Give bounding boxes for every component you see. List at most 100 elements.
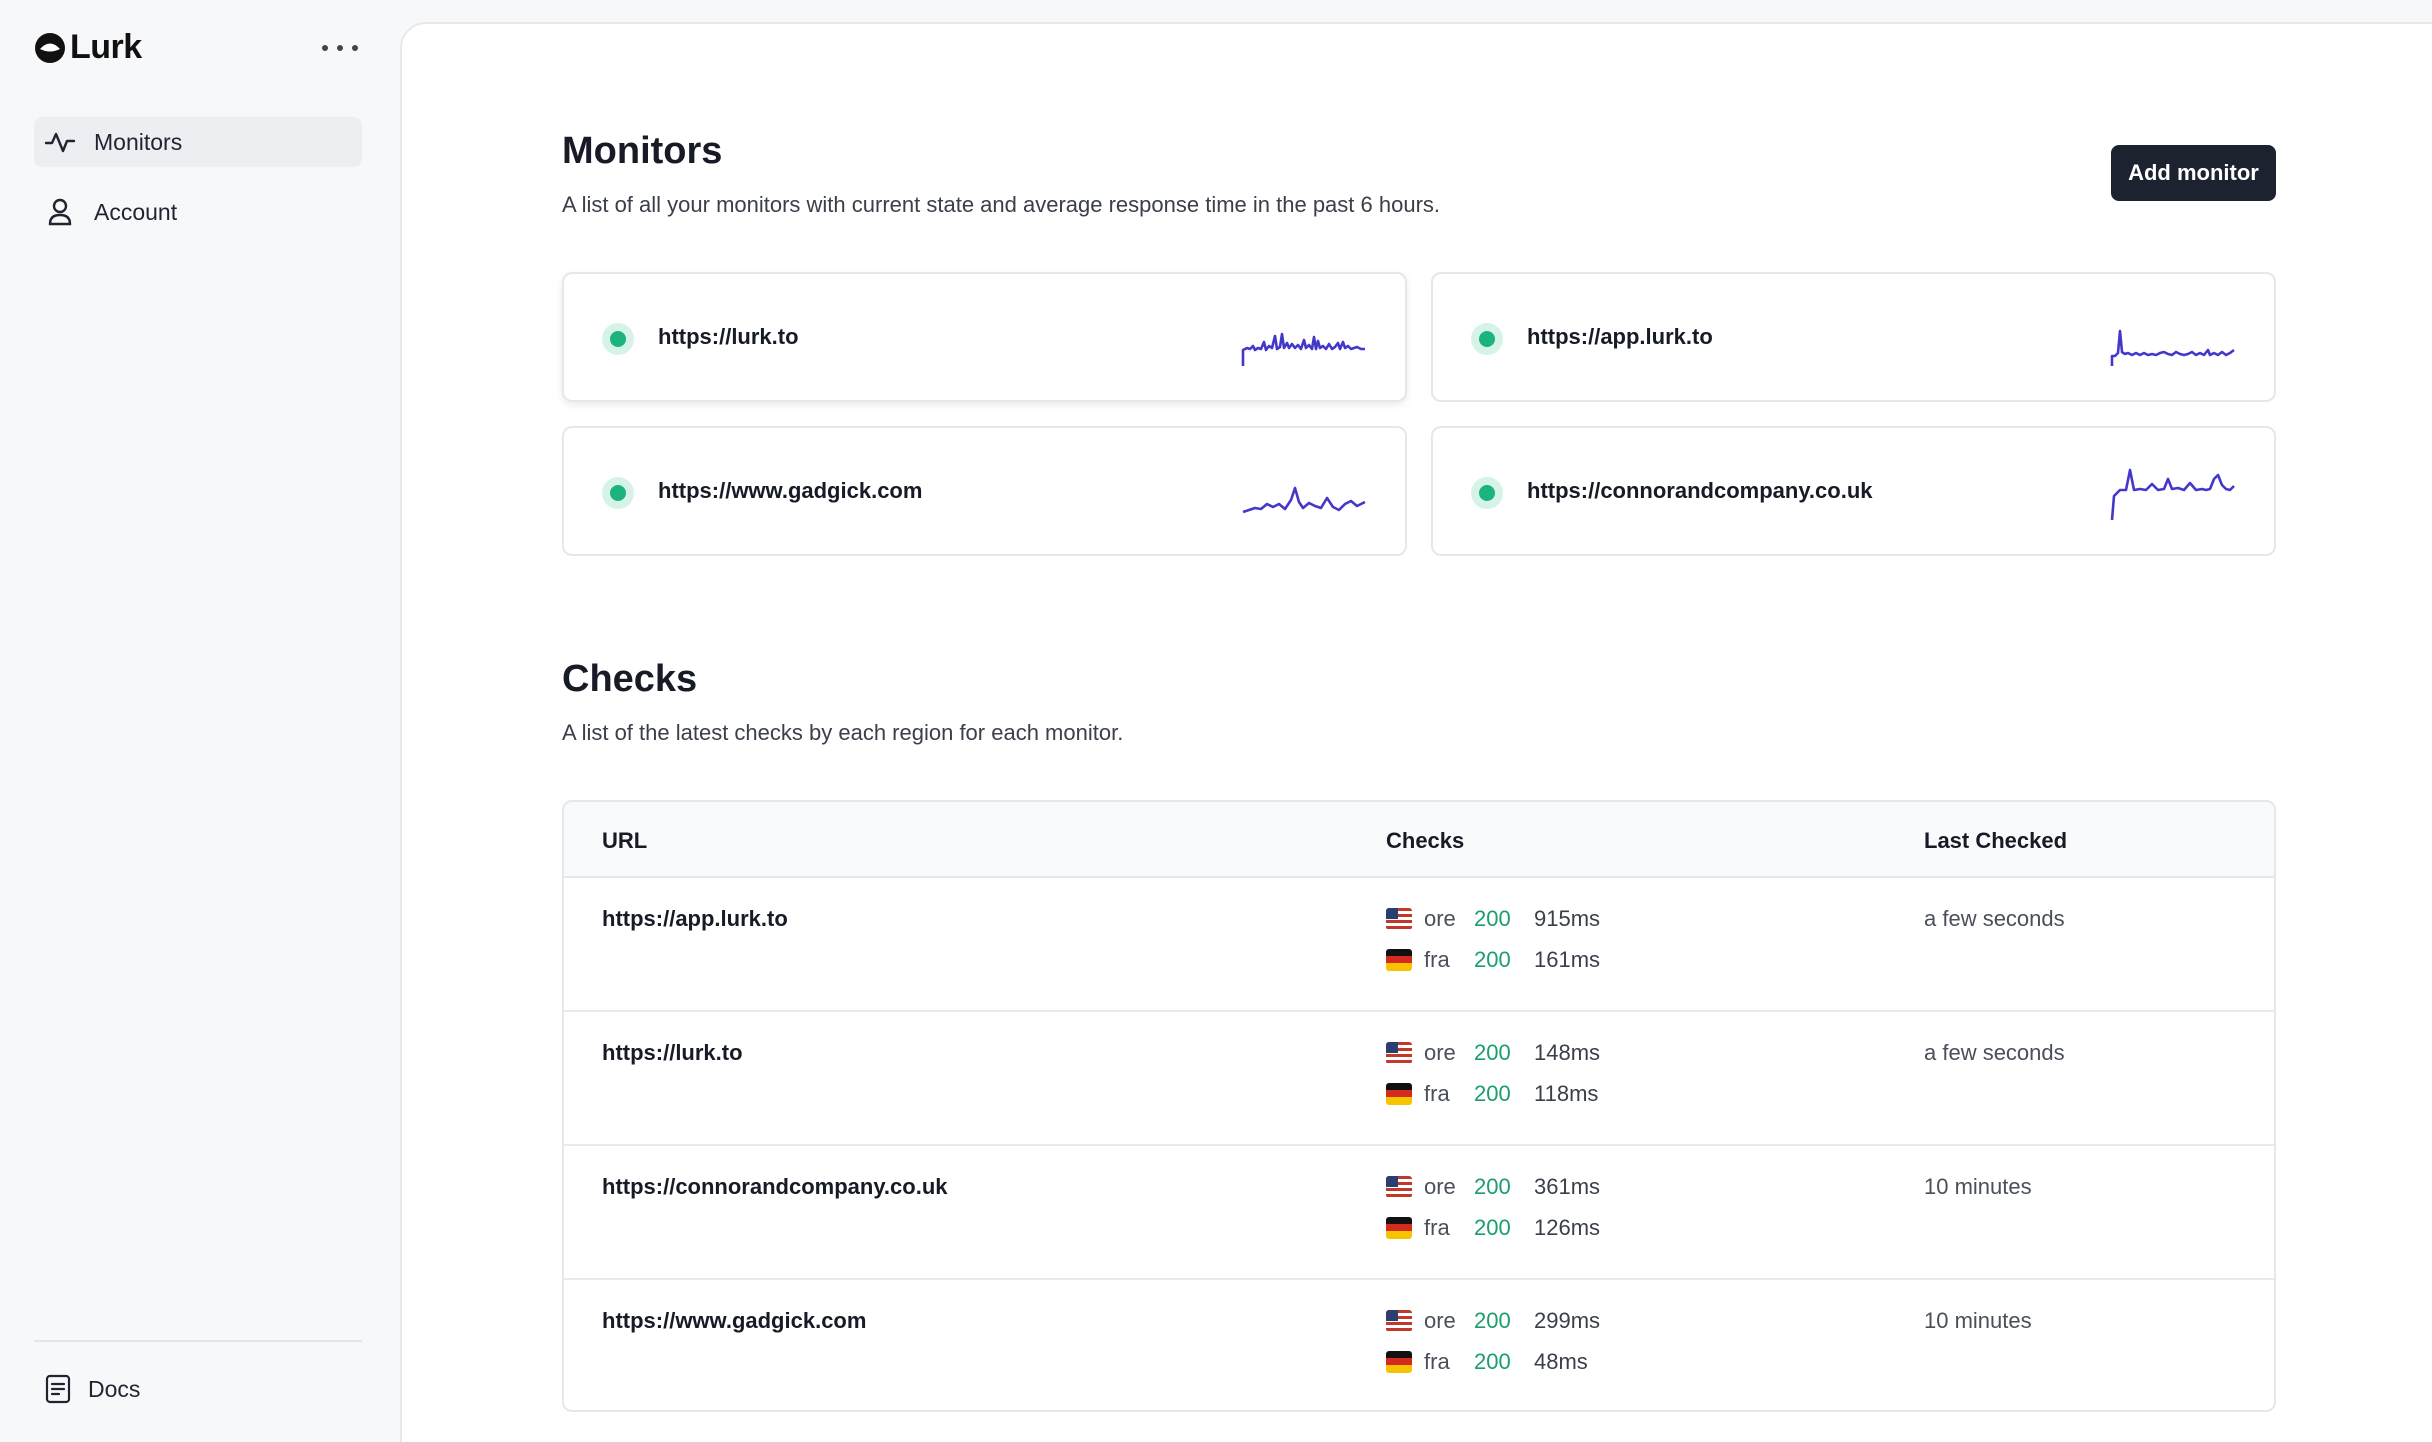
de-flag-icon	[1386, 1217, 1412, 1239]
check-status: 200	[1474, 1174, 1511, 1199]
check-region: ore	[1424, 1174, 1456, 1199]
check-status: 200	[1474, 1349, 1511, 1374]
check-entry: ore 200 148ms	[1386, 1040, 1600, 1066]
monitors-description: A list of all your monitors with current…	[562, 192, 1441, 217]
row-last-checked: a few seconds	[1924, 906, 2065, 931]
table-row[interactable]: https://app.lurk.to ore 200 915ms fra 20…	[564, 878, 2274, 1012]
check-region: fra	[1424, 1215, 1450, 1240]
check-region: ore	[1424, 1308, 1456, 1333]
brand-name: Lurk	[70, 28, 142, 66]
row-url: https://app.lurk.to	[602, 906, 788, 931]
de-flag-icon	[1386, 949, 1412, 971]
check-time: 161ms	[1534, 947, 1601, 972]
row-checks: ore 200 148ms fra 200 118ms	[1386, 1040, 1600, 1122]
us-flag-icon	[1386, 1310, 1412, 1332]
row-checks: ore 200 299ms fra 200 48ms	[1386, 1308, 1600, 1390]
dot-icon	[337, 45, 343, 51]
sidebar-divider	[34, 1340, 362, 1342]
sidebar-item-label: Account	[94, 198, 178, 225]
row-checks: ore 200 915ms fra 200 161ms	[1386, 906, 1600, 988]
checks-table: URL Checks Last Checked https://app.lurk…	[562, 800, 2276, 1412]
monitor-card[interactable]: https://www.gadgick.com	[562, 426, 1407, 556]
dot-icon	[352, 45, 358, 51]
check-time: 126ms	[1534, 1215, 1601, 1240]
response-time-sparkline	[2110, 329, 2235, 366]
lurk-logo-icon	[35, 32, 65, 63]
check-entry: fra 200 48ms	[1386, 1349, 1600, 1375]
sidebar-item-account[interactable]: Account	[34, 187, 362, 237]
check-entry: ore 200 299ms	[1386, 1308, 1600, 1334]
response-time-sparkline	[1241, 332, 1365, 366]
status-indicator	[1471, 323, 1503, 355]
checks-title: Checks	[562, 658, 698, 700]
monitor-card[interactable]: https://lurk.to	[562, 272, 1407, 402]
main-panel: Monitors A list of all your monitors wit…	[400, 22, 2432, 1442]
check-entry: ore 200 915ms	[1386, 906, 1600, 932]
check-status: 200	[1474, 947, 1511, 972]
check-region: fra	[1424, 1081, 1450, 1106]
sidebar-item-label: Monitors	[94, 128, 183, 155]
status-indicator	[1471, 477, 1503, 509]
check-status: 200	[1474, 1215, 1511, 1240]
sidebar-nav: Monitors Account	[34, 117, 362, 257]
table-row[interactable]: https://connorandcompany.co.uk ore 200 3…	[564, 1146, 2274, 1280]
status-dot-icon	[1479, 485, 1495, 501]
response-time-sparkline	[1242, 486, 1366, 514]
row-last-checked: a few seconds	[1924, 1040, 2065, 1065]
check-time: 915ms	[1534, 906, 1601, 931]
monitor-url: https://www.gadgick.com	[658, 478, 923, 503]
sidebar-item-monitors[interactable]: Monitors	[34, 117, 362, 167]
table-row[interactable]: https://www.gadgick.com ore 200 299ms fr…	[564, 1280, 2274, 1410]
status-indicator	[602, 323, 634, 355]
checks-description: A list of the latest checks by each regi…	[562, 720, 1124, 745]
monitor-card[interactable]: https://connorandcompany.co.uk	[1431, 426, 2276, 556]
monitor-grid: https://lurk.to https://app.lurk.to http…	[562, 272, 2276, 556]
check-entry: fra 200 126ms	[1386, 1215, 1600, 1241]
table-header: URL Checks Last Checked	[564, 802, 2274, 878]
more-options-button[interactable]	[322, 36, 358, 60]
check-status: 200	[1474, 1081, 1511, 1106]
brand[interactable]: Lurk	[34, 28, 142, 67]
response-time-sparkline	[2110, 468, 2235, 521]
status-dot-icon	[610, 331, 626, 347]
row-checks: ore 200 361ms fra 200 126ms	[1386, 1174, 1600, 1256]
check-time: 299ms	[1534, 1308, 1601, 1333]
us-flag-icon	[1386, 1176, 1412, 1198]
activity-icon	[44, 132, 76, 153]
row-url: https://connorandcompany.co.uk	[602, 1174, 948, 1199]
check-entry: fra 200 118ms	[1386, 1081, 1600, 1107]
check-status: 200	[1474, 1308, 1511, 1333]
check-entry: ore 200 361ms	[1386, 1174, 1600, 1200]
us-flag-icon	[1386, 908, 1412, 930]
row-url: https://www.gadgick.com	[602, 1308, 867, 1333]
us-flag-icon	[1386, 1042, 1412, 1064]
sidebar-item-docs[interactable]: Docs	[44, 1374, 140, 1404]
monitor-url: https://lurk.to	[658, 324, 799, 349]
page-title: Monitors	[562, 130, 723, 172]
check-region: fra	[1424, 947, 1450, 972]
check-region: fra	[1424, 1349, 1450, 1374]
check-time: 148ms	[1534, 1040, 1601, 1065]
check-status: 200	[1474, 906, 1511, 931]
row-last-checked: 10 minutes	[1924, 1308, 2032, 1333]
row-url: https://lurk.to	[602, 1040, 743, 1065]
check-entry: fra 200 161ms	[1386, 947, 1600, 973]
status-indicator	[602, 477, 634, 509]
de-flag-icon	[1386, 1351, 1412, 1373]
monitor-card[interactable]: https://app.lurk.to	[1431, 272, 2276, 402]
document-icon	[45, 1374, 71, 1404]
status-dot-icon	[610, 485, 626, 501]
sidebar-item-label: Docs	[88, 1375, 141, 1402]
row-last-checked: 10 minutes	[1924, 1174, 2032, 1199]
column-header-last-checked: Last Checked	[1924, 828, 2068, 853]
de-flag-icon	[1386, 1083, 1412, 1105]
user-icon	[48, 198, 72, 226]
table-row[interactable]: https://lurk.to ore 200 148ms fra 200 11…	[564, 1012, 2274, 1146]
check-time: 361ms	[1534, 1174, 1601, 1199]
add-monitor-button[interactable]: Add monitor	[2111, 145, 2276, 201]
column-header-checks: Checks	[1386, 828, 1465, 853]
status-dot-icon	[1479, 331, 1495, 347]
check-time: 48ms	[1534, 1349, 1588, 1374]
check-status: 200	[1474, 1040, 1511, 1065]
check-time: 118ms	[1534, 1081, 1599, 1106]
